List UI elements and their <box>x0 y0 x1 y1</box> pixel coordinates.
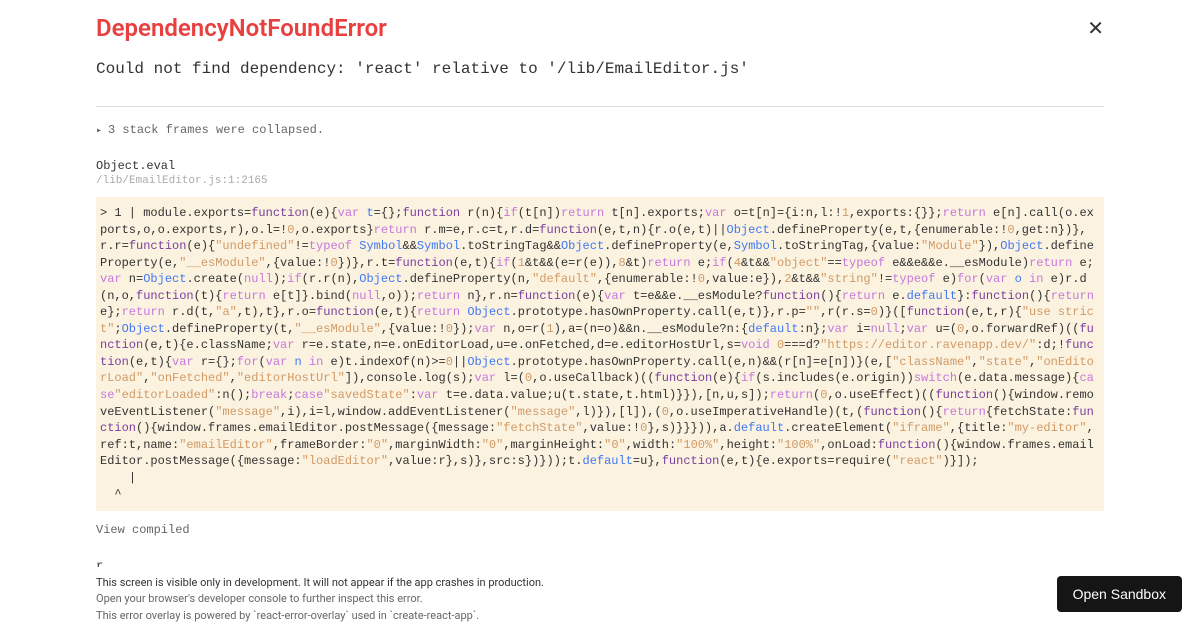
footer-line-1: This screen is visible only in developme… <box>96 575 1104 592</box>
footer-notice: This screen is visible only in developme… <box>0 567 1200 630</box>
stack-file: /lib/EmailEditor.js:1:2165 <box>96 175 1104 187</box>
open-sandbox-button[interactable]: Open Sandbox <box>1057 576 1182 612</box>
close-icon[interactable]: ✕ <box>1087 18 1104 38</box>
error-message: Could not find dependency: 'react' relat… <box>96 60 1104 78</box>
stack-location: Object.eval <box>96 159 1104 173</box>
footer-line-2: Open your browser's developer console to… <box>96 591 1104 608</box>
error-title: DependencyNotFoundError <box>96 14 387 42</box>
view-compiled-link[interactable]: View compiled <box>96 523 1104 537</box>
collapsed-frames-toggle[interactable]: 3 stack frames were collapsed. <box>96 123 1104 137</box>
source-code-block: > 1 | module.exports=function(e){var t={… <box>96 197 1104 511</box>
footer-line-3: This error overlay is powered by `react-… <box>96 608 1104 625</box>
divider <box>96 106 1104 107</box>
